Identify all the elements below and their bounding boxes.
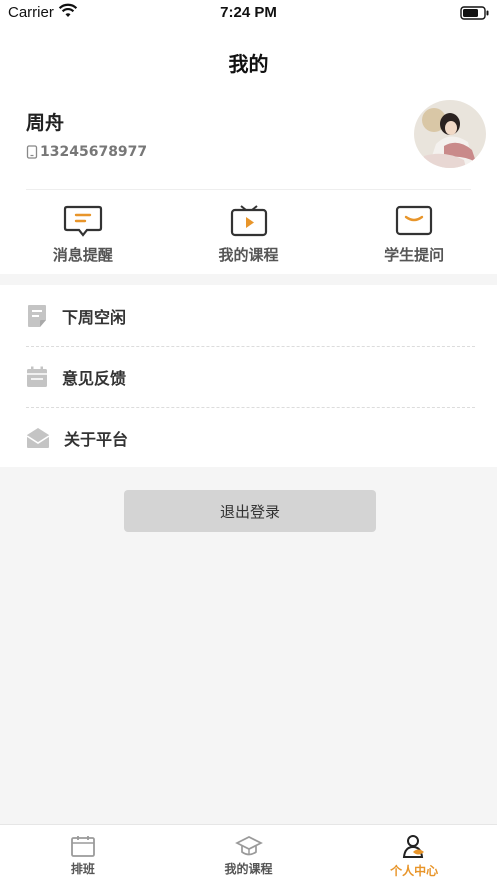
mail-icon	[26, 427, 50, 448]
menu-item-label: 下周空闲	[62, 307, 127, 327]
quick-action-label: 我的课程	[218, 246, 279, 264]
quick-actions: 消息提醒 我的课程 学生提问	[0, 190, 497, 274]
tab-bar: 排班 我的课程 个人中心	[0, 824, 497, 883]
clock-time: 7:24 PM	[220, 4, 277, 21]
phone-number: 13245678977	[40, 144, 148, 160]
tab-personal-center[interactable]: 个人中心	[331, 825, 497, 883]
logout-button[interactable]: 退出登录	[124, 490, 376, 532]
phone-icon	[26, 145, 38, 159]
quick-action-messages[interactable]: 消息提醒	[0, 190, 166, 274]
profile-card[interactable]: 周舟 13245678977	[0, 96, 497, 190]
user-name: 周舟	[26, 112, 65, 134]
document-icon	[28, 304, 46, 327]
avatar[interactable]	[414, 100, 486, 168]
quick-action-student-questions[interactable]: 学生提问	[331, 190, 497, 274]
battery-icon	[460, 5, 490, 24]
tab-schedule[interactable]: 排班	[0, 825, 166, 883]
person-icon	[403, 835, 425, 858]
page-title: 我的	[228, 52, 269, 76]
video-course-icon	[230, 205, 267, 237]
quick-action-my-courses[interactable]: 我的课程	[166, 190, 332, 274]
question-tv-icon	[396, 205, 433, 236]
graduation-cap-icon	[234, 836, 263, 856]
phone-row: 13245678977	[26, 144, 147, 160]
menu-item-label: 关于平台	[64, 429, 129, 449]
tab-label: 排班	[70, 862, 95, 876]
tab-my-courses[interactable]: 我的课程	[166, 825, 332, 883]
tab-label: 我的课程	[224, 862, 273, 876]
menu-item-feedback[interactable]: 意见反馈	[26, 346, 475, 407]
schedule-icon	[70, 836, 95, 857]
menu-item-next-week-free[interactable]: 下周空闲	[26, 285, 475, 346]
message-icon	[63, 205, 102, 237]
calendar-icon	[27, 366, 47, 387]
tab-label: 个人中心	[390, 864, 439, 878]
menu-item-label: 意见反馈	[62, 368, 127, 388]
quick-action-label: 学生提问	[384, 246, 445, 264]
settings-menu: 下周空闲 意见反馈 关于平台	[0, 285, 497, 467]
nav-bar: 我的	[0, 26, 497, 96]
menu-item-about-platform[interactable]: 关于平台	[26, 407, 475, 468]
quick-action-label: 消息提醒	[52, 246, 113, 264]
status-bar: Carrier 7:24 PM	[0, 0, 497, 26]
